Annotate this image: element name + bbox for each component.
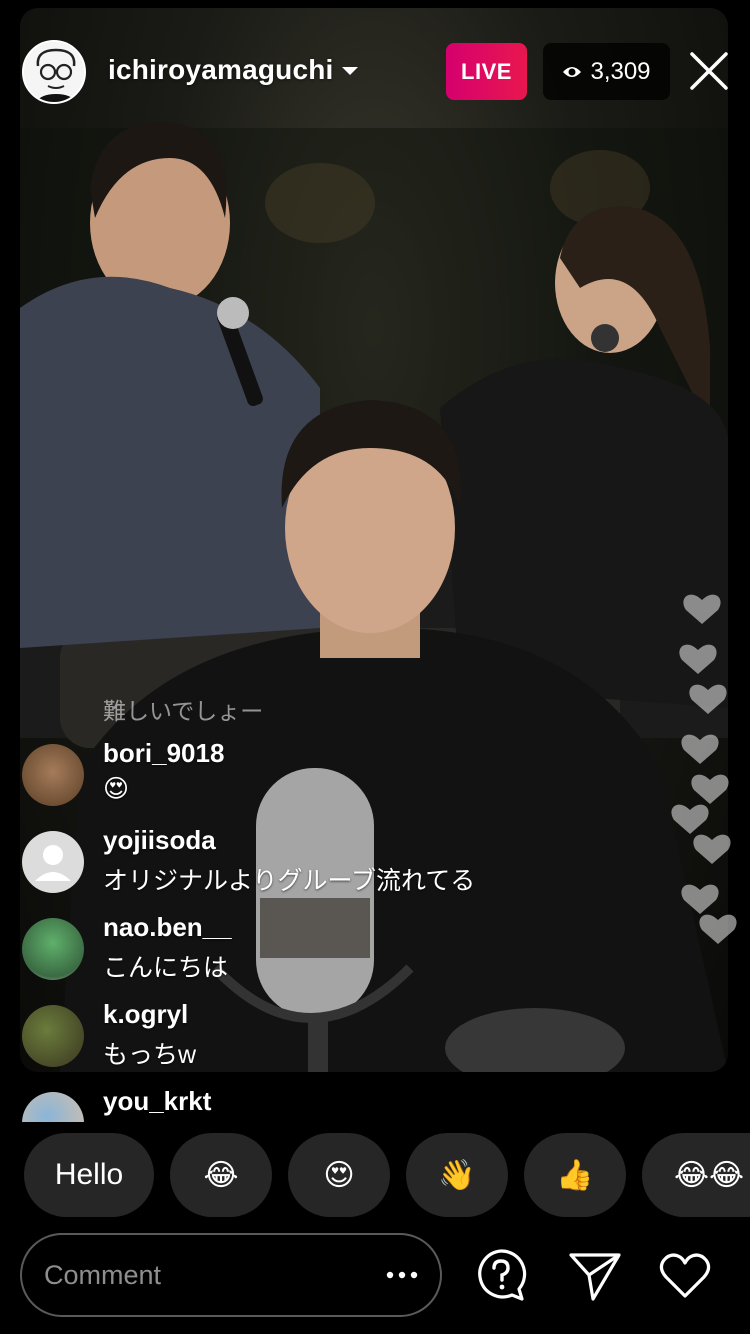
commenter-avatar[interactable] (22, 744, 84, 806)
chevron-down-icon[interactable] (340, 64, 360, 78)
comment-item: k.ogryl もっちw (20, 999, 580, 1079)
close-icon[interactable] (688, 50, 730, 92)
quick-reply-heart-eyes[interactable]: 😍 (288, 1133, 390, 1217)
quick-reply-emoji: 👍 (556, 1158, 594, 1192)
commenter-username[interactable]: k.ogryl (103, 999, 188, 1030)
comment-item: bori_9018 😍 (20, 738, 580, 818)
system-comment: 難しいでしょー (103, 698, 264, 724)
commenter-avatar[interactable] (22, 1092, 84, 1122)
commenter-username[interactable]: nao.ben__ (103, 912, 232, 943)
quick-reply-emoji: 😂😂 (674, 1158, 745, 1192)
quick-reply-double-joy[interactable]: 😂😂 (642, 1133, 750, 1217)
host-username[interactable]: ichiroyamaguchi (108, 54, 334, 86)
quick-reply-wave[interactable]: 👋 (406, 1133, 508, 1217)
quick-reply-thumbs-up[interactable]: 👍 (524, 1133, 626, 1217)
viewer-count-value: 3,309 (590, 57, 651, 85)
comment-text: こんにちは (103, 954, 229, 982)
quick-reply-label: Hello (54, 1158, 124, 1191)
comment-composer (20, 1233, 442, 1317)
comment-text: 😍 (103, 775, 130, 803)
comment-text: オリジナルよりグルーブ流れてる (103, 867, 476, 895)
comment-item: you_krkt (20, 1086, 580, 1122)
more-options-icon[interactable] (382, 1263, 422, 1287)
commenter-avatar[interactable] (22, 1005, 84, 1067)
comment-input[interactable] (42, 1253, 372, 1297)
commenter-avatar[interactable] (22, 831, 84, 893)
quick-reply-emoji: 😍 (323, 1158, 355, 1192)
quick-reply-emoji: 👋 (438, 1158, 476, 1192)
comment-text: もっちw (103, 1041, 197, 1069)
floating-hearts (671, 594, 737, 944)
commenter-username[interactable]: bori_9018 (103, 738, 224, 769)
heart-icon[interactable] (656, 1246, 714, 1304)
live-badge: LIVE (446, 43, 527, 100)
question-icon[interactable] (472, 1246, 530, 1304)
quick-reply-emoji: 😂 (203, 1158, 239, 1192)
quick-reply-joy[interactable]: 😂 (170, 1133, 272, 1217)
commenter-username[interactable]: yojiisoda (103, 825, 216, 856)
commenter-avatar[interactable] (22, 918, 84, 980)
live-label: LIVE (461, 58, 512, 84)
comment-item: yojiisoda オリジナルよりグルーブ流れてる (20, 825, 580, 905)
host-avatar-illustration (24, 42, 84, 102)
comment-item: nao.ben__ こんにちは (20, 912, 580, 992)
live-header: ichiroyamaguchi LIVE 3,309 (0, 0, 750, 140)
eye-icon (563, 66, 582, 77)
commenter-username[interactable]: you_krkt (103, 1086, 211, 1117)
quick-reactions: Hello 😂 😍 👋 👍 😂😂 (0, 1133, 750, 1217)
host-avatar[interactable] (22, 40, 86, 104)
quick-reply-hello[interactable]: Hello (24, 1133, 154, 1217)
viewer-count-badge[interactable]: 3,309 (543, 43, 670, 100)
send-icon[interactable] (566, 1246, 624, 1304)
default-avatar-icon (35, 845, 71, 881)
